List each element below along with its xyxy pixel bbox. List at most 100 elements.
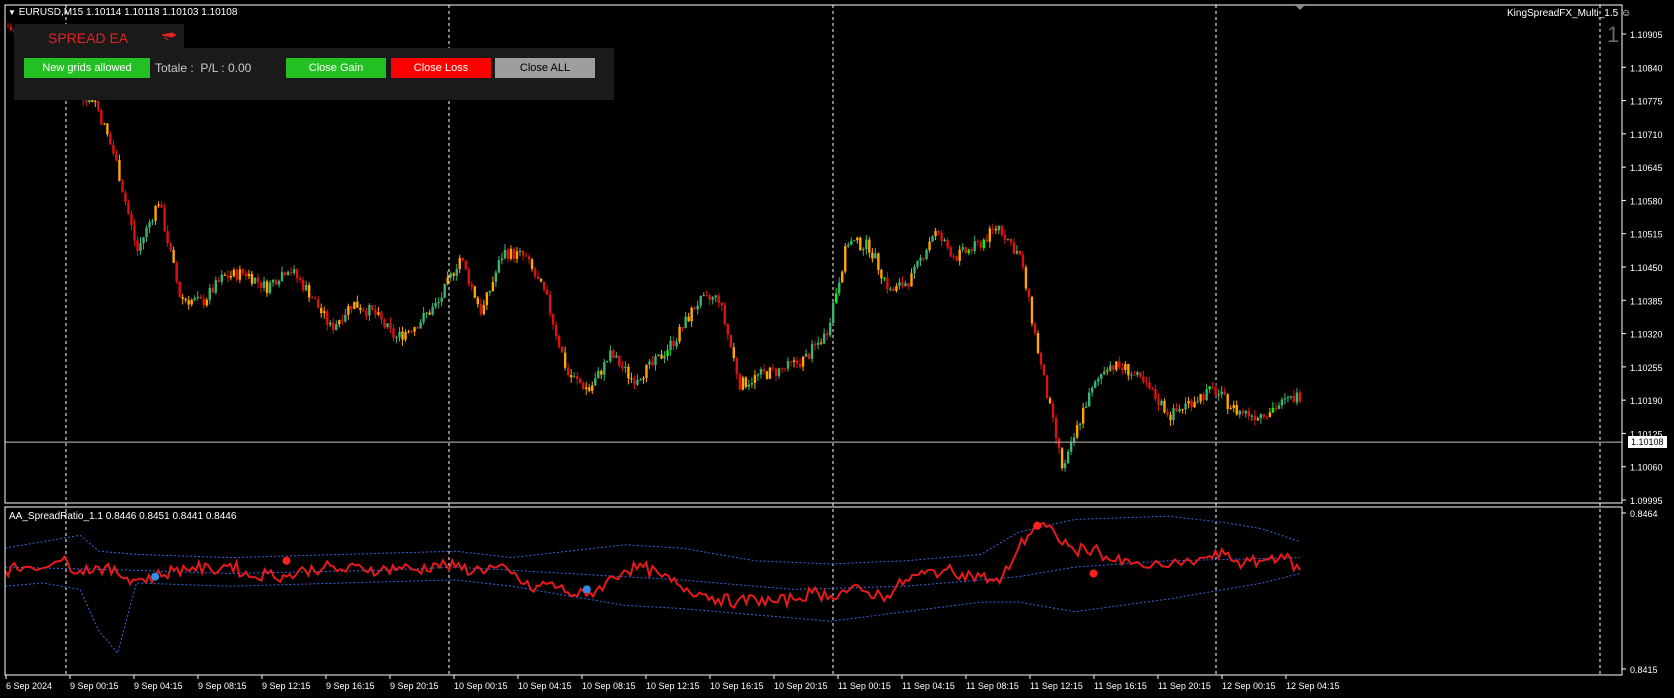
- candle-body: [588, 387, 591, 391]
- candle-body: [274, 279, 278, 285]
- candle-body: [232, 269, 236, 277]
- candle-body: [988, 228, 991, 242]
- candle-body: [509, 248, 513, 259]
- candle-body: [223, 274, 227, 276]
- candle-body: [880, 269, 883, 279]
- candle-body: [687, 316, 690, 322]
- candle-body: [130, 213, 133, 226]
- candle-body: [615, 355, 618, 358]
- candle-body: [624, 366, 627, 368]
- price-tick-label: 1.10320: [1630, 330, 1663, 340]
- candle-body: [353, 301, 356, 309]
- time-tick-label: 11 Sep 12:15: [1030, 681, 1083, 691]
- candle-body: [160, 204, 163, 208]
- candle-body: [702, 295, 705, 297]
- candle-body: [949, 247, 952, 257]
- candle-body: [835, 293, 838, 303]
- candle-body: [554, 324, 558, 336]
- candle-body: [184, 298, 187, 301]
- candle-body: [422, 312, 425, 323]
- candle-body: [286, 272, 290, 276]
- candle-body: [720, 302, 723, 306]
- candle-body: [473, 286, 477, 298]
- candle-body: [1232, 404, 1235, 409]
- candle-body: [1178, 409, 1181, 412]
- candle-body: [747, 384, 751, 387]
- candle-body: [253, 277, 257, 284]
- candle-body: [271, 279, 275, 283]
- candle-body: [1250, 415, 1254, 417]
- candle-body: [461, 258, 464, 261]
- candle-body: [901, 282, 904, 287]
- candle-body: [347, 306, 350, 315]
- current-price-label: 1.10108: [1628, 436, 1667, 448]
- candle-body: [1048, 398, 1052, 404]
- candle-body: [434, 302, 437, 307]
- new-grids-button[interactable]: New grids allowed: [24, 58, 150, 78]
- candle-body: [362, 310, 365, 312]
- close-loss-button[interactable]: Close Loss: [391, 58, 491, 78]
- candle-body: [1103, 371, 1106, 375]
- candle-body: [377, 312, 380, 315]
- candle-body: [124, 192, 127, 203]
- candle-body: [359, 307, 362, 311]
- candle-body: [521, 251, 525, 256]
- price-tick-label: 1.10710: [1630, 130, 1663, 140]
- candle-body: [952, 256, 955, 258]
- price-tick-label: 1.10385: [1630, 296, 1663, 306]
- candle-body: [780, 368, 784, 370]
- candle-body: [1042, 364, 1046, 376]
- candle-body: [1181, 409, 1184, 411]
- candle-body: [792, 360, 796, 362]
- candle-body: [934, 231, 937, 237]
- candle-body: [1298, 392, 1302, 402]
- candle-body: [621, 366, 624, 368]
- candle-body: [1184, 403, 1187, 410]
- candle-body: [1109, 365, 1112, 371]
- candle-body: [922, 257, 925, 259]
- candle-body: [1148, 382, 1151, 389]
- candle-body: [789, 361, 793, 363]
- subwindow-axis: 0.8464 0.8415: [1622, 509, 1658, 675]
- time-tick-label: 9 Sep 00:15: [70, 681, 119, 691]
- sell-signal-dot: [1033, 521, 1042, 530]
- candle-body: [1253, 415, 1257, 421]
- candle-body: [618, 355, 621, 367]
- chart-area[interactable]: 1.10905 1.10840 1.10775 1.10710 1.10645 1.105…: [0, 0, 1674, 698]
- candle-body: [482, 305, 486, 315]
- candle-body: [690, 307, 693, 322]
- candle-body: [1271, 407, 1275, 413]
- candle-body: [964, 247, 967, 253]
- candle-body: [181, 297, 184, 299]
- candle-body: [1244, 410, 1247, 414]
- candle-body: [190, 299, 193, 305]
- candle-body: [940, 232, 943, 241]
- candle-body: [874, 253, 877, 259]
- candle-body: [886, 277, 889, 290]
- candle-body: [413, 327, 416, 332]
- candle-body: [1115, 361, 1118, 370]
- candle-body: [850, 240, 853, 245]
- indicator-name: KingSpreadFX_Multi_1.5 ☺: [1507, 8, 1632, 19]
- close-gain-button[interactable]: Close Gain: [286, 58, 386, 78]
- candle-body: [139, 243, 142, 251]
- close-all-button[interactable]: Close ALL: [495, 58, 595, 78]
- candle-body: [1229, 408, 1232, 410]
- candle-body: [229, 276, 233, 278]
- dropdown-arrow-icon[interactable]: ▼: [8, 8, 16, 17]
- candle-body: [310, 297, 314, 299]
- candle-body: [145, 227, 148, 238]
- price-tick-label: 1.10060: [1630, 463, 1663, 473]
- candle-body: [1274, 407, 1278, 409]
- candle-body: [768, 367, 772, 379]
- candle-body: [250, 273, 254, 284]
- candle-body: [497, 260, 501, 273]
- candle-body: [762, 369, 766, 372]
- price-tick-label: 1.10905: [1630, 30, 1663, 40]
- candle-body: [560, 346, 564, 353]
- candle-body: [175, 262, 178, 282]
- candle-body: [705, 295, 708, 297]
- candle-body: [1006, 238, 1010, 240]
- candle-body: [166, 231, 169, 244]
- candle-body: [1087, 392, 1091, 407]
